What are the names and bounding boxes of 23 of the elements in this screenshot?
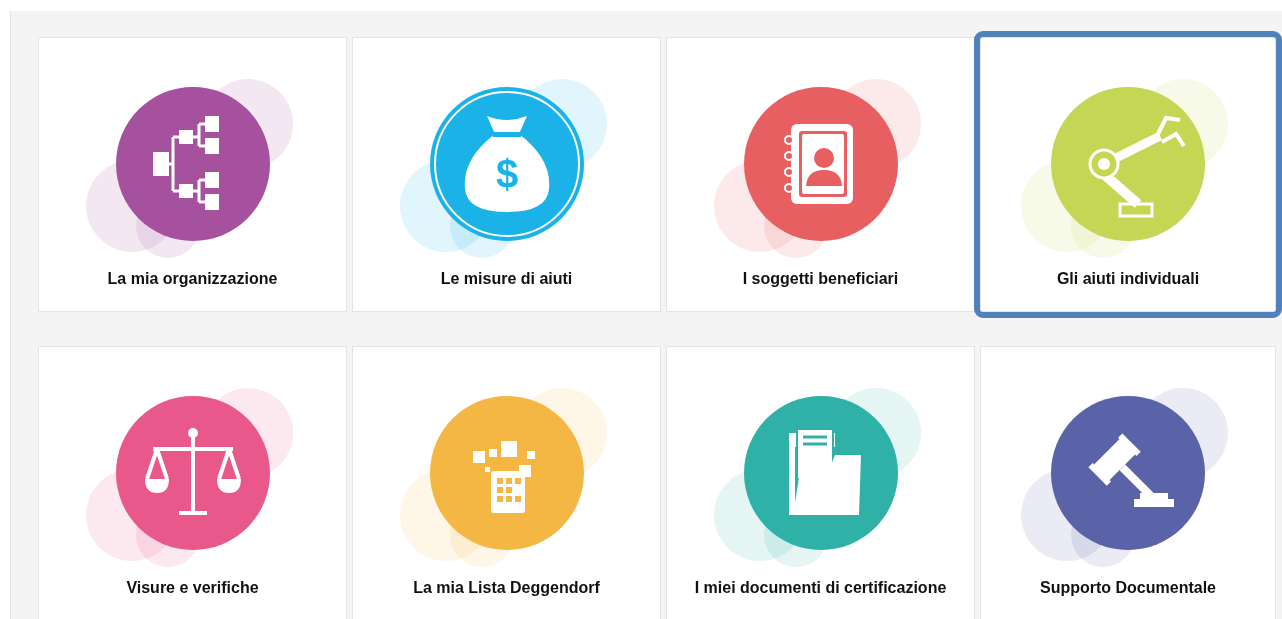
dashboard-tile[interactable]: I miei documenti di certificazione	[666, 346, 975, 619]
folder-icon	[743, 396, 898, 550]
tablet-icon	[429, 396, 584, 550]
tile-label: Supporto Documentale	[1040, 579, 1216, 597]
tile-label: La mia Lista Deggendorf	[413, 579, 600, 597]
org-chart-icon	[115, 87, 270, 241]
tile-label: Le misure di aiuti	[440, 270, 573, 288]
tile-label: Gli aiuti individuali	[1056, 270, 1200, 288]
dashboard-tile[interactable]: Visure e verifiche	[38, 346, 347, 619]
robot-arm-icon	[1051, 87, 1205, 241]
dashboard-tile[interactable]: La mia Lista Deggendorf	[352, 346, 661, 619]
gavel-icon	[1051, 396, 1205, 550]
dashboard-tile[interactable]: I soggetti beneficiari	[666, 37, 975, 312]
dashboard-tile[interactable]: La mia organizzazione	[38, 37, 347, 312]
tile-label: La mia organizzazione	[107, 270, 278, 288]
contact-book-icon	[743, 87, 898, 241]
dashboard-tile[interactable]: $ Le misure di aiuti	[352, 37, 661, 312]
tile-label: I soggetti beneficiari	[742, 270, 899, 288]
dashboard-tile[interactable]: Supporto Documentale	[980, 346, 1276, 619]
currency-symbol: $	[495, 152, 518, 196]
scales-icon	[115, 396, 270, 550]
tile-label: Visure e verifiche	[126, 579, 259, 597]
tile-label: I miei documenti di certificazione	[694, 579, 947, 597]
